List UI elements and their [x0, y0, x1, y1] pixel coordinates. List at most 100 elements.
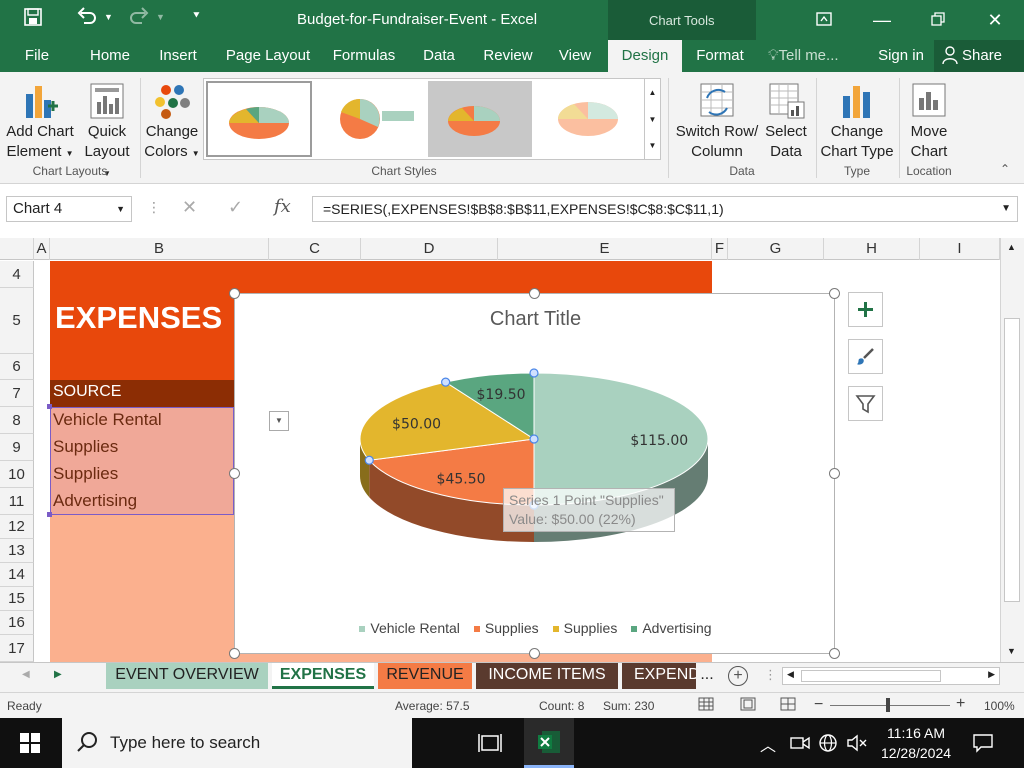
row-header[interactable]: 13 — [0, 539, 34, 563]
normal-view-icon[interactable] — [698, 697, 714, 714]
notifications-icon[interactable] — [972, 733, 994, 756]
volume-muted-icon[interactable] — [846, 733, 868, 756]
scroll-thumb[interactable] — [1004, 318, 1020, 602]
row-header[interactable]: 10 — [0, 461, 34, 488]
chart-resize-handle[interactable] — [229, 468, 240, 479]
series-selection-point[interactable] — [529, 368, 539, 378]
task-view-icon[interactable] — [478, 732, 502, 757]
series-selection-point[interactable] — [441, 377, 451, 387]
ribbon-display-options-icon[interactable] — [804, 6, 844, 34]
source-cell[interactable]: Supplies — [53, 464, 118, 484]
close-button[interactable]: ✕ — [975, 6, 1015, 34]
horizontal-scrollbar[interactable]: ◀ ▶ — [782, 667, 1000, 685]
chart-style-2[interactable] — [320, 81, 424, 157]
tab-review[interactable]: Review — [478, 40, 538, 72]
chart-resize-handle[interactable] — [229, 648, 240, 659]
quick-layout-button[interactable]: Quick Layout ▼ — [80, 78, 134, 178]
sheet-tab-income-items[interactable]: INCOME ITEMS — [476, 663, 618, 689]
row-header[interactable]: 6 — [0, 354, 34, 380]
legend-item[interactable]: Supplies — [473, 620, 539, 636]
gallery-more[interactable]: ▼ — [644, 133, 660, 159]
column-header-e[interactable]: E — [498, 238, 712, 260]
column-header-d[interactable]: D — [361, 238, 498, 260]
tab-data[interactable]: Data — [416, 40, 462, 72]
add-chart-element-button[interactable]: Add Chart Element ▼ — [4, 78, 76, 162]
chart-resize-handle[interactable] — [529, 648, 540, 659]
name-box-dropdown-icon[interactable]: ▼ — [116, 197, 125, 221]
expenses-heading[interactable]: EXPENSES — [55, 300, 222, 336]
move-chart-button[interactable]: Move Chart — [902, 78, 956, 162]
chart-legend[interactable]: Vehicle Rental Supplies Supplies Advertisin… — [235, 620, 836, 636]
source-cell[interactable]: Supplies — [53, 437, 118, 457]
more-sheets-button[interactable]: ... — [696, 663, 718, 689]
column-header-b[interactable]: B — [50, 238, 269, 260]
customize-qat-icon[interactable]: ⯆ — [192, 10, 201, 23]
series-selection-point[interactable] — [364, 455, 374, 465]
chart-style-1[interactable] — [206, 81, 312, 157]
tab-splitter-icon[interactable]: ⋮ — [764, 667, 777, 683]
sheet-tab-expenses[interactable]: EXPENSES — [272, 663, 374, 689]
save-icon[interactable] — [24, 8, 42, 31]
source-cell[interactable]: Advertising — [53, 491, 137, 511]
page-layout-view-icon[interactable] — [740, 697, 756, 714]
column-header-f[interactable]: F — [712, 238, 728, 260]
tab-scroll-left-icon[interactable]: ◀ — [22, 669, 30, 680]
row-header[interactable]: 12 — [0, 515, 34, 539]
column-header-h[interactable]: H — [824, 238, 920, 260]
select-all-corner[interactable] — [0, 238, 34, 260]
minimize-button[interactable]: — — [862, 6, 902, 34]
gallery-scroll-down[interactable]: ▼ — [644, 106, 660, 133]
scroll-down-icon[interactable]: ▼ — [1007, 646, 1016, 656]
restore-button[interactable] — [918, 6, 958, 34]
sign-in-link[interactable]: Sign in — [872, 40, 930, 72]
pie-chart[interactable]: $115.00 $45.50 $50.00 $19.50 Chart Title ▼ … — [234, 293, 835, 654]
row-header[interactable]: 17 — [0, 635, 34, 662]
select-data-button[interactable]: Select Data — [762, 78, 810, 162]
source-header-cell[interactable]: SOURCE — [50, 380, 234, 407]
share-button[interactable]: Share — [934, 40, 1024, 72]
tab-scroll-right-icon[interactable]: ▶ — [54, 669, 62, 680]
network-icon[interactable] — [818, 733, 838, 756]
column-header-c[interactable]: C — [269, 238, 361, 260]
gallery-scroll-up[interactable]: ▲ — [644, 79, 660, 106]
source-cell[interactable]: Vehicle Rental — [53, 410, 162, 430]
chart-style-4[interactable] — [538, 81, 642, 157]
column-header-i[interactable]: I — [920, 238, 1000, 260]
column-header-a[interactable]: A — [34, 238, 50, 260]
legend-item[interactable]: Supplies — [552, 620, 617, 636]
name-box[interactable]: Chart 4 ▼ — [6, 196, 132, 222]
collapse-ribbon-icon[interactable]: ⌃ — [1000, 162, 1010, 176]
tab-home[interactable]: Home — [82, 40, 138, 72]
tell-me-search[interactable]: 💡︎Tell me... — [768, 40, 862, 72]
chart-resize-handle[interactable] — [829, 468, 840, 479]
show-hidden-icons[interactable]: ︿ — [760, 732, 776, 756]
tab-design[interactable]: Design — [608, 40, 682, 72]
row-header[interactable]: 8 — [0, 407, 34, 434]
insert-function-icon[interactable]: fx — [274, 196, 291, 217]
row-header[interactable]: 14 — [0, 563, 34, 587]
tab-insert[interactable]: Insert — [152, 40, 204, 72]
sheet-tab-revenue[interactable]: REVENUE — [378, 663, 472, 689]
chart-filters-button[interactable] — [848, 386, 883, 421]
sheet-tab-expenditures[interactable]: EXPEND — [622, 663, 696, 689]
status-average[interactable]: Average: 57.5 — [395, 699, 470, 713]
clock[interactable]: 11:16 AM 12/28/2024 — [874, 723, 958, 763]
chart-style-3[interactable] — [428, 81, 532, 157]
zoom-in-button[interactable]: + — [956, 695, 965, 713]
undo-dropdown-icon[interactable]: ▼ — [104, 12, 113, 22]
formula-input[interactable]: =SERIES(,EXPENSES!$B$8:$B$11,EXPENSES!$C… — [312, 196, 1018, 222]
taskbar-search-box[interactable]: Type here to search — [62, 718, 412, 768]
row-header[interactable]: 4 — [0, 261, 34, 288]
meet-now-icon[interactable] — [790, 734, 810, 755]
hscroll-thumb[interactable] — [801, 670, 941, 682]
chart-resize-handle[interactable] — [829, 648, 840, 659]
row-header[interactable]: 15 — [0, 587, 34, 611]
chart-resize-handle[interactable] — [529, 288, 540, 299]
hscroll-left-icon[interactable]: ◀ — [787, 669, 794, 680]
zoom-slider-thumb[interactable] — [886, 698, 890, 712]
legend-item[interactable]: Advertising — [631, 620, 712, 636]
change-colors-button[interactable]: Change Colors ▼ — [140, 78, 204, 162]
chart-styles-button[interactable] — [848, 339, 883, 374]
row-header[interactable]: 7 — [0, 380, 34, 407]
chart-resize-handle[interactable] — [229, 288, 240, 299]
